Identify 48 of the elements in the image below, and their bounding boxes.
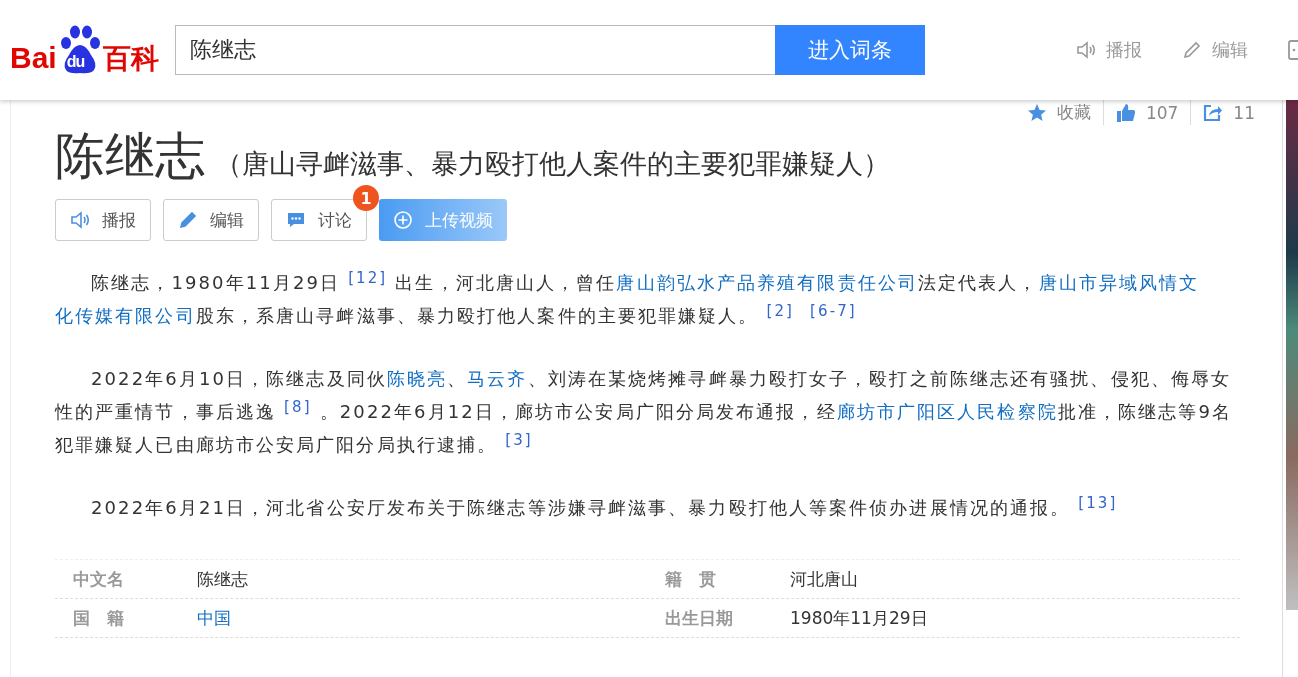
text-link[interactable]: 化传媒有限公司	[55, 305, 196, 326]
speaker-icon	[1076, 41, 1096, 59]
share-icon	[1203, 103, 1224, 122]
info-label: 国 籍	[72, 606, 125, 630]
text-link[interactable]: 马云齐	[467, 368, 528, 389]
enter-entry-button[interactable]: 进入词条	[775, 25, 925, 75]
info-value: 陈继志	[197, 567, 249, 591]
paw-logo[interactable]: du	[56, 25, 103, 75]
info-label: 中文名	[72, 567, 125, 591]
action-button[interactable]: 播报	[55, 199, 151, 241]
pencil-icon	[178, 210, 198, 230]
text-link[interactable]: 廊坊市广阳区人民检察院	[836, 401, 1058, 422]
citation-link[interactable]: [12]	[348, 269, 388, 287]
entry-title: 陈继志	[55, 126, 205, 187]
citation-link[interactable]: [8]	[284, 398, 312, 416]
info-label: 出生日期	[664, 606, 734, 630]
thumbs-up-icon	[1115, 102, 1136, 123]
count-badge: 1	[353, 185, 379, 211]
info-value: 河北唐山	[790, 567, 859, 591]
info-value: 1980年11月29日	[790, 606, 929, 630]
pencil-icon	[1182, 40, 1202, 60]
header-action[interactable]	[1288, 38, 1298, 62]
toolbar-action[interactable]: 11	[1190, 100, 1267, 125]
info-link[interactable]: 中国	[197, 606, 647, 630]
logo-text[interactable]: 百科	[102, 45, 159, 75]
logo-text[interactable]: Bai	[10, 43, 57, 75]
citation-link[interactable]: [6-7]	[810, 302, 857, 320]
text-link[interactable]: 唐山市异域风情文	[1038, 272, 1200, 293]
text-link[interactable]: 陈晓亮	[386, 368, 448, 389]
paragraph: 2022年6月10日，陈继志及同伙 陈晓亮、马云齐、刘涛在某烧烤摊寻衅暴力殴打女子，殴打之前陈继志还有骚扰、侵犯、侮辱女性的严重情节，事后逃逸 $^{[8]}$ 。2022年6月12日，廊坊市公安局广阳分局发布通报，经廊坊市广阳区人民检察院批准，陈继志等9名犯罪嫌疑人已由廊坊市公安局广阳分局执行逮捕。 $^{[3]}$	[55, 367, 1234, 457]
star-icon	[1026, 102, 1047, 123]
search-field[interactable]: 陈继志	[175, 25, 775, 75]
info-label: 籍 贯	[664, 567, 717, 591]
toolbar-action[interactable]: 107	[1102, 100, 1191, 125]
header-action[interactable]: 播报	[1076, 38, 1142, 62]
header-action[interactable]: 编辑	[1182, 38, 1248, 62]
feedback-icon	[1288, 38, 1298, 62]
citation-link[interactable]: [13]	[1078, 494, 1118, 512]
paragraph: 2022年6月21日，河北省公安厅发布关于陈继志等涉嫌寻衅滋事、暴力殴打他人等案件侦办进展情况的通报。 $^{[13]}$	[90, 493, 1119, 520]
plus-circle-icon	[393, 210, 413, 230]
toolbar-action[interactable]: 收藏	[1014, 100, 1103, 125]
text-link[interactable]: 唐山韵弘水产品养殖有限责任公司	[616, 272, 918, 293]
action-button[interactable]: 编辑	[163, 199, 259, 241]
entry-subtitle: （唐山寻衅滋事、暴力殴打他人案件的主要犯罪嫌疑人）	[215, 147, 890, 181]
speaker-icon	[70, 211, 90, 229]
citation-link[interactable]: [3]	[505, 431, 533, 449]
citation-link[interactable]: [2]	[766, 302, 795, 320]
chat-icon	[286, 211, 306, 229]
